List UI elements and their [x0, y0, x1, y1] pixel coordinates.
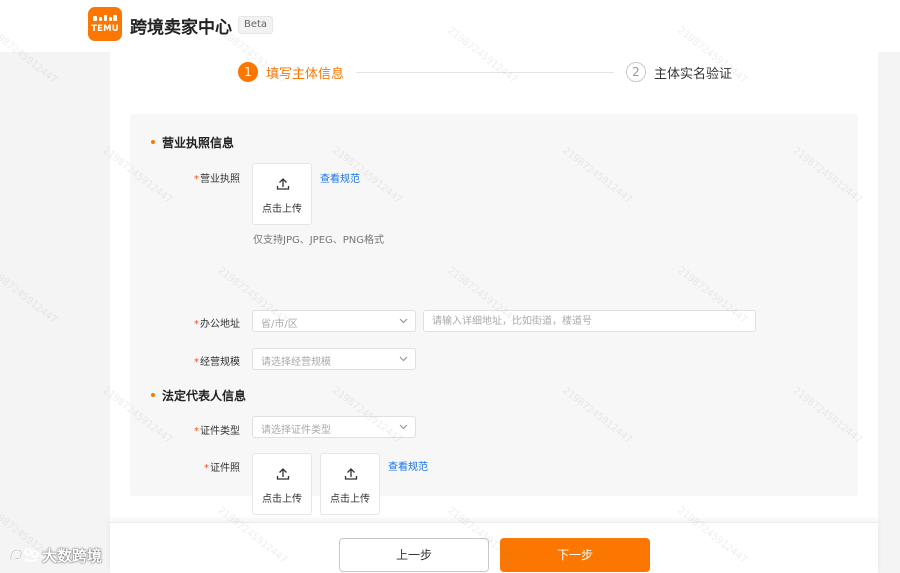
license-guide-link[interactable]: 查看规范: [320, 170, 360, 185]
logo-text: TEMU: [91, 24, 119, 34]
id-photo-front-upload[interactable]: 点击上传: [252, 453, 312, 515]
section-bullet: [151, 140, 155, 144]
step-1-label: 填写主体信息: [266, 67, 345, 82]
brand-icon: [9, 548, 39, 562]
address-detail-input[interactable]: [423, 310, 756, 332]
upload-text: 点击上传: [330, 494, 370, 505]
id-photo-label: 证件照: [210, 463, 240, 474]
step-1-number: 1: [238, 62, 258, 82]
temu-logo-icon[interactable]: TEMU: [88, 7, 122, 41]
beta-badge: Beta: [238, 16, 274, 34]
id-photo-guide-link[interactable]: 查看规范: [388, 458, 428, 473]
field-label-id-type: *证件类型: [170, 422, 240, 437]
watermark-text: 21987245912447: [0, 265, 59, 326]
brand-watermark: 大数跨境: [8, 544, 123, 566]
chevron-down-icon: [399, 318, 408, 324]
required-mark: *: [194, 426, 199, 437]
upload-icon: [276, 178, 290, 190]
brand-text: 大数跨境: [42, 547, 103, 565]
business-license-label: 营业执照: [200, 174, 240, 185]
prev-step-button[interactable]: 上一步: [339, 538, 489, 572]
business-scale-placeholder: 请选择经营规模: [261, 357, 331, 368]
business-license-upload[interactable]: 点击上传: [252, 163, 312, 225]
step-2-number: 2: [626, 62, 646, 82]
upload-icon: [276, 468, 290, 480]
id-type-placeholder: 请选择证件类型: [261, 425, 331, 436]
step-2-label: 主体实名验证: [654, 67, 733, 82]
upload-text: 点击上传: [262, 204, 302, 215]
section-title-legal-rep: 法定代表人信息: [162, 389, 247, 403]
top-bar: TEMU 跨境卖家中心 Beta: [0, 0, 900, 52]
office-address-label: 办公地址: [200, 319, 240, 330]
app-title: 跨境卖家中心: [130, 18, 232, 38]
required-mark: *: [194, 174, 199, 185]
required-mark: *: [194, 357, 199, 368]
field-label-business-license: *营业执照: [170, 170, 240, 185]
step-connector: [356, 72, 614, 73]
region-placeholder: 省/市/区: [261, 319, 298, 330]
business-scale-select[interactable]: 请选择经营规模: [252, 348, 416, 370]
field-label-business-scale: *经营规模: [170, 353, 240, 368]
chevron-down-icon: [399, 424, 408, 430]
region-select[interactable]: 省/市/区: [252, 310, 416, 332]
section-bullet: [151, 393, 155, 397]
section-title-license: 营业执照信息: [162, 136, 235, 150]
stepper: 1 填写主体信息 2 主体实名验证: [238, 62, 738, 86]
field-label-office-address: *办公地址: [170, 315, 240, 330]
required-mark: *: [204, 463, 209, 474]
main-card: 1 填写主体信息 2 主体实名验证 营业执照信息 *营业执照 点击上传 查看规范…: [110, 52, 878, 522]
chevron-down-icon: [399, 356, 408, 362]
next-step-button[interactable]: 下一步: [500, 538, 650, 572]
business-scale-label: 经营规模: [200, 357, 240, 368]
upload-icon: [344, 468, 358, 480]
logo-glyphs: [93, 15, 117, 21]
field-label-id-photo: *证件照: [170, 459, 240, 474]
id-photo-back-upload[interactable]: 点击上传: [320, 453, 380, 515]
format-hint: 仅支持JPG、JPEG、PNG格式: [253, 235, 385, 246]
footer-bar: 上一步 下一步: [110, 522, 878, 573]
upload-text: 点击上传: [262, 494, 302, 505]
required-mark: *: [194, 319, 199, 330]
form-panel: 营业执照信息 *营业执照 点击上传 查看规范 仅支持JPG、JPEG、PNG格式…: [130, 114, 858, 515]
id-type-label: 证件类型: [200, 426, 240, 437]
id-type-select[interactable]: 请选择证件类型: [252, 416, 416, 438]
